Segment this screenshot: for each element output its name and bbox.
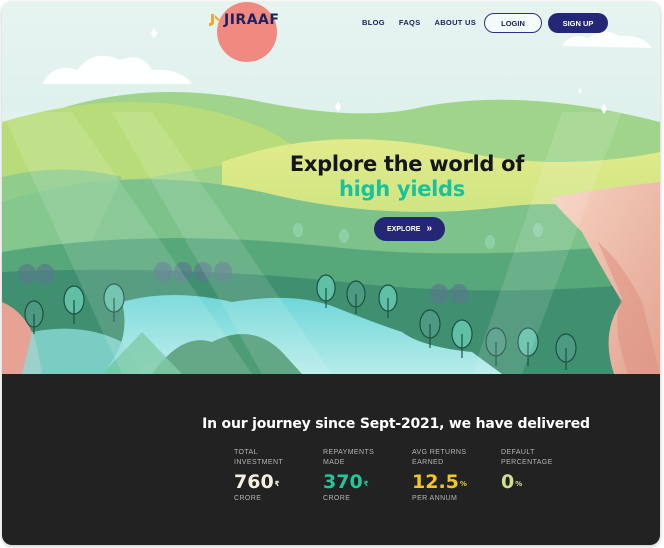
stat-value: 12.5% [412, 472, 492, 492]
stat-unit: PER ANNUM [412, 495, 458, 502]
stat-total-investment: TOTAL INVESTMENT 760₹ CRORE [234, 448, 314, 502]
hero-section: JIRAAF BLOG FAQS ABOUT US LOGIN SIGN UP … [2, 2, 660, 374]
stat-suffix: ₹ [363, 480, 369, 488]
stat-suffix: % [515, 480, 523, 488]
double-chevron-right-icon: » [426, 223, 432, 234]
nav-link-about-us[interactable]: ABOUT US [435, 18, 477, 27]
stat-number: 0 [501, 471, 515, 493]
brand-name: JIRAAF [224, 12, 280, 28]
stat-label-line: MADE [323, 459, 345, 466]
stat-number: 760 [234, 471, 274, 493]
stat-label: REPAYMENTS MADE [323, 448, 403, 468]
explore-button[interactable]: EXPLORE » [374, 217, 445, 241]
nav-link-faqs[interactable]: FAQS [399, 18, 421, 27]
hero-headline: Explore the world of high yields [202, 152, 612, 201]
login-button[interactable]: LOGIN [484, 13, 542, 33]
stat-value: 370₹ [323, 472, 403, 492]
stats-title: In our journey since Sept-2021, we have … [202, 416, 590, 432]
stat-default-percentage: DEFAULT PERCENTAGE 0% [501, 448, 581, 492]
stat-suffix: ₹ [274, 480, 280, 488]
stat-label-line: TOTAL [234, 449, 258, 456]
stat-label-line: INVESTMENT [234, 459, 284, 466]
signup-button[interactable]: SIGN UP [548, 13, 608, 33]
stat-repayments-made: REPAYMENTS MADE 370₹ CRORE [323, 448, 403, 502]
stat-number: 12.5 [412, 471, 459, 493]
stat-value: 760₹ [234, 472, 314, 492]
stat-label: TOTAL INVESTMENT [234, 448, 314, 468]
stat-label-line: AVG RETURNS [412, 449, 467, 456]
jiraaf-logo[interactable]: JIRAAF [208, 12, 279, 28]
nav-links: BLOG FAQS ABOUT US [362, 18, 476, 27]
headline-line-1: Explore the world of [289, 152, 525, 176]
nav-link-blog[interactable]: BLOG [362, 18, 385, 27]
stat-unit: CRORE [323, 495, 351, 502]
stat-unit: CRORE [234, 495, 262, 502]
page-frame: JIRAAF BLOG FAQS ABOUT US LOGIN SIGN UP … [2, 2, 660, 545]
stats-section: In our journey since Sept-2021, we have … [2, 374, 660, 545]
stat-label: AVG RETURNS EARNED [412, 448, 492, 468]
stat-suffix: % [459, 480, 467, 488]
stat-label-line: PERCENTAGE [501, 459, 553, 466]
stat-value: 0% [501, 472, 581, 492]
stat-label-line: DEFAULT [501, 449, 535, 456]
explore-button-label: EXPLORE [386, 225, 421, 233]
logo-mark-icon [209, 14, 220, 26]
stat-label: DEFAULT PERCENTAGE [501, 448, 581, 468]
stat-label-line: EARNED [412, 459, 444, 466]
stat-avg-returns: AVG RETURNS EARNED 12.5% PER ANNUM [412, 448, 492, 502]
stat-number: 370 [323, 471, 363, 493]
headline-line-2: high yields [338, 177, 465, 201]
top-navigation: JIRAAF BLOG FAQS ABOUT US LOGIN SIGN UP [2, 2, 660, 44]
stat-label-line: REPAYMENTS [323, 449, 375, 456]
